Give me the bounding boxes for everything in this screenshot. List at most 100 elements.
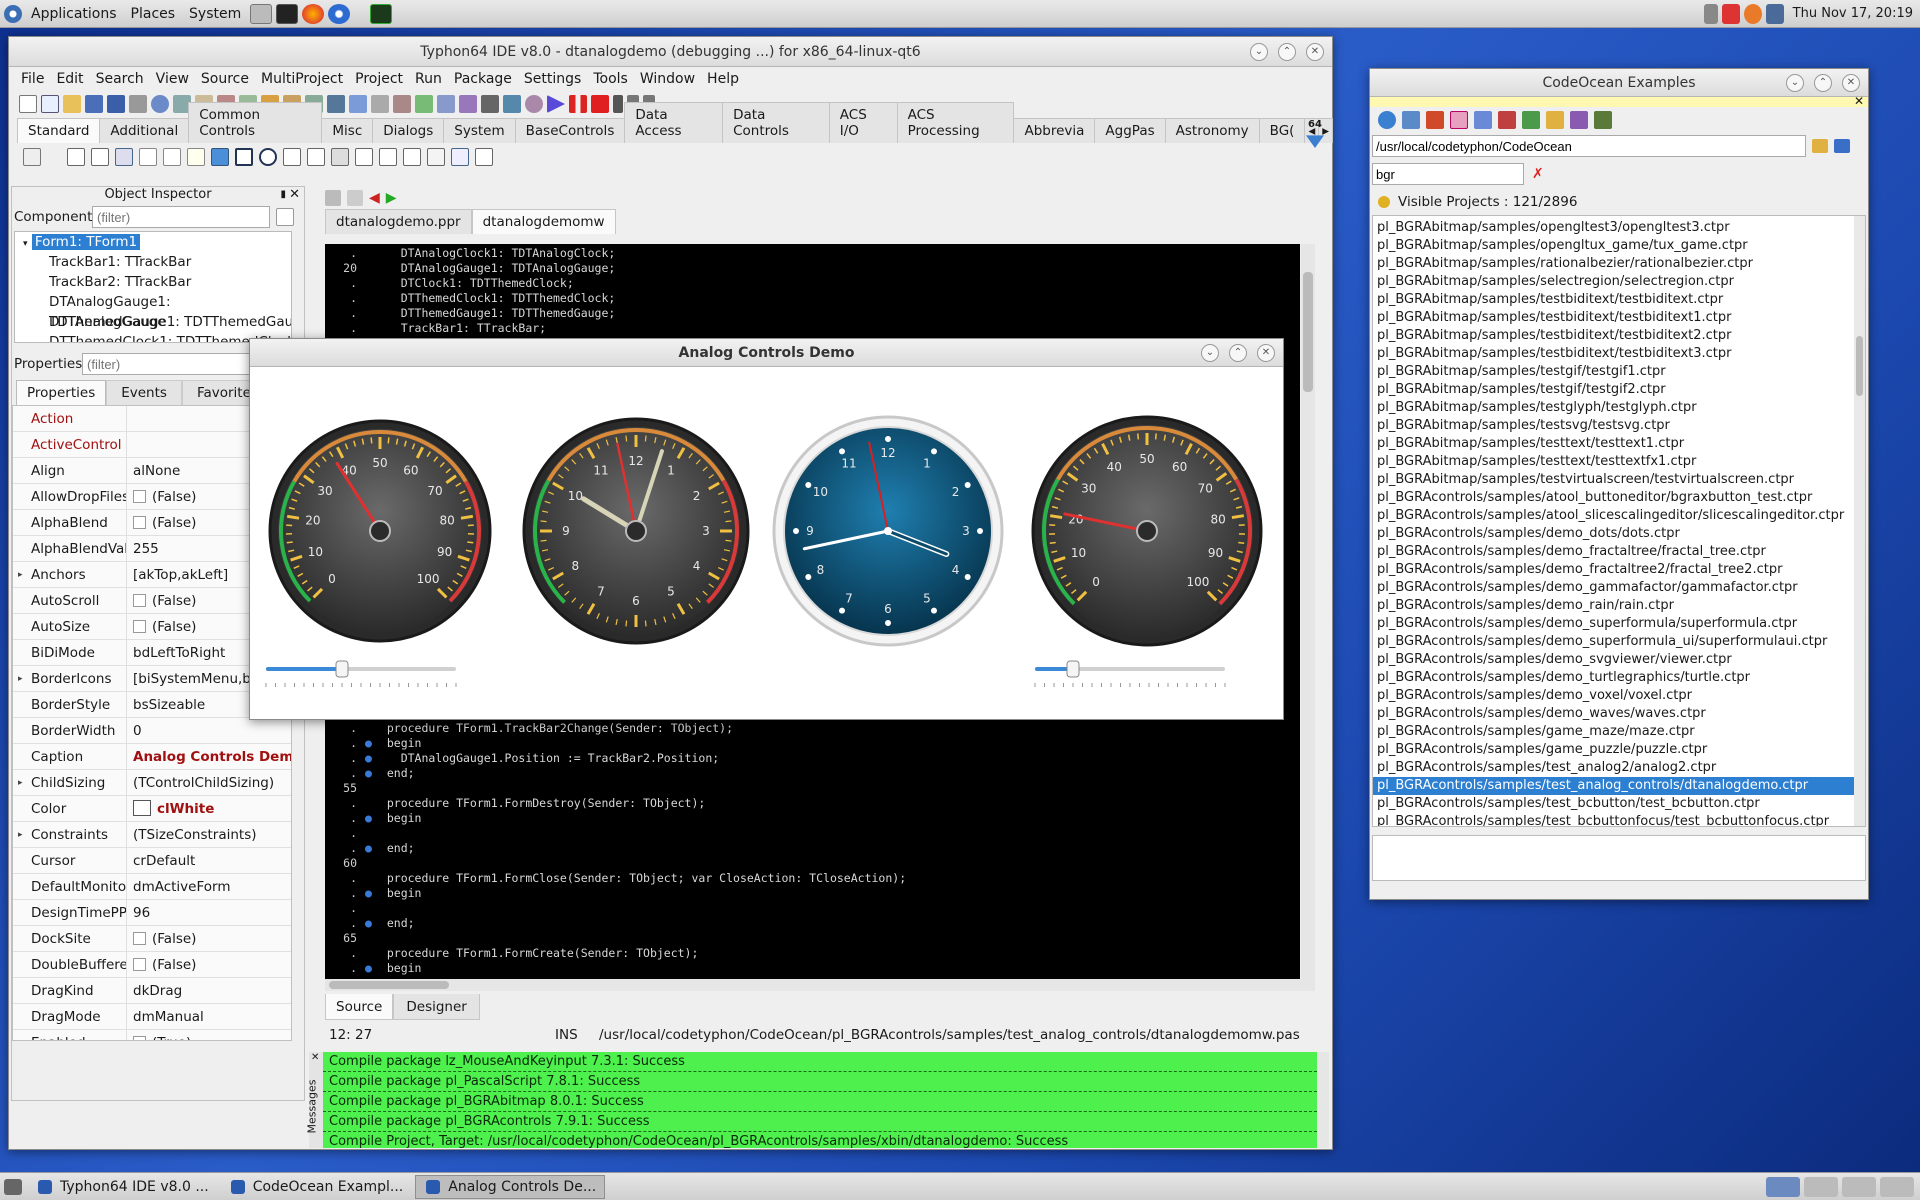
scrollbar-icon[interactable] bbox=[331, 148, 349, 166]
layout-icon[interactable] bbox=[437, 95, 455, 113]
code-line[interactable]: . ● begin bbox=[325, 811, 1300, 826]
tree-item-form1[interactable]: Form1: TForm1 bbox=[31, 234, 141, 250]
example-item[interactable]: pl_BGRAcontrols/samples/demo_superformul… bbox=[1373, 615, 1859, 633]
tab-events[interactable]: Events bbox=[106, 380, 182, 405]
code-line[interactable]: . procedure TForm1.FormClose(Sender: TOb… bbox=[325, 871, 1300, 886]
code-line[interactable]: 65 bbox=[325, 931, 1300, 946]
property-row[interactable]: DockSite (False) bbox=[13, 926, 291, 952]
editor-hscroll-thumb[interactable] bbox=[329, 981, 449, 989]
example-item[interactable]: pl_BGRAcontrols/samples/atool_slicescali… bbox=[1373, 507, 1859, 525]
build-all-icon[interactable] bbox=[1426, 111, 1444, 129]
checkgroup-icon[interactable] bbox=[403, 148, 421, 166]
demo-titlebar[interactable]: Analog Controls Demo ⌄ ⌃ ✕ bbox=[250, 339, 1283, 367]
menu-system[interactable]: System bbox=[182, 0, 248, 28]
memo-icon[interactable] bbox=[187, 148, 205, 166]
example-item[interactable]: pl_BGRAbitmap/samples/opengltest3/opengl… bbox=[1373, 219, 1859, 237]
back-icon[interactable]: ◀ bbox=[369, 190, 380, 206]
menu-run[interactable]: Run bbox=[409, 71, 448, 87]
menu-project[interactable]: Project bbox=[349, 71, 409, 87]
code-line[interactable]: . ● begin bbox=[325, 736, 1300, 751]
example-item[interactable]: pl_BGRAcontrols/samples/game_puzzle/puzz… bbox=[1373, 741, 1859, 759]
radiobutton-icon[interactable] bbox=[259, 148, 277, 166]
example-item[interactable]: pl_BGRAcontrols/samples/demo_voxel/voxel… bbox=[1373, 687, 1859, 705]
menu-multiproject[interactable]: MultiProject bbox=[255, 71, 349, 87]
checkbox-icon[interactable] bbox=[133, 957, 146, 971]
menu-help[interactable]: Help bbox=[701, 71, 745, 87]
tab-standard[interactable]: Standard bbox=[17, 118, 101, 143]
components-filter[interactable] bbox=[92, 206, 270, 228]
step-into-icon[interactable] bbox=[613, 95, 623, 113]
property-row[interactable]: Enabled (True) bbox=[13, 1030, 291, 1040]
mainmenu-icon[interactable] bbox=[67, 148, 85, 166]
expand-icon[interactable]: ▸ bbox=[18, 822, 23, 847]
actionlist-icon[interactable] bbox=[475, 148, 493, 166]
code-line[interactable]: . TrackBar1: TTrackBar; bbox=[325, 321, 1300, 336]
edit-icon[interactable] bbox=[163, 148, 181, 166]
breakpoint-gutter[interactable]: ● bbox=[365, 811, 373, 826]
bookmark-icon[interactable] bbox=[1594, 111, 1612, 129]
tab-source[interactable]: Source bbox=[325, 994, 394, 1020]
tab-common-controls[interactable]: Common Controls bbox=[188, 102, 323, 143]
code-line[interactable]: . procedure TForm1.FormCreate(Sender: TO… bbox=[325, 946, 1300, 961]
example-item[interactable]: pl_BGRAbitmap/samples/testbiditext/testb… bbox=[1373, 345, 1859, 363]
clear-search-icon[interactable]: ✗ bbox=[1532, 166, 1544, 182]
properties-filter[interactable] bbox=[82, 353, 260, 375]
examples-scroll-thumb[interactable] bbox=[1856, 336, 1863, 396]
tab-data-controls[interactable]: Data Controls bbox=[722, 102, 830, 143]
menu-places[interactable]: Places bbox=[124, 0, 183, 28]
folder-icon[interactable] bbox=[1546, 111, 1564, 129]
copy-icon[interactable] bbox=[1474, 111, 1492, 129]
trackbar-2-thumb[interactable] bbox=[1066, 660, 1080, 678]
property-value[interactable]: crDefault bbox=[127, 853, 291, 869]
tab-basecontrols[interactable]: BaseControls bbox=[514, 118, 626, 143]
tab-dialogs[interactable]: Dialogs bbox=[372, 118, 445, 143]
example-item[interactable]: pl_BGRAcontrols/samples/demo_rain/rain.c… bbox=[1373, 597, 1859, 615]
tab-misc[interactable]: Misc bbox=[321, 118, 374, 143]
firefox-icon[interactable] bbox=[302, 3, 325, 24]
palette-down-icon[interactable] bbox=[1306, 135, 1324, 148]
examples-maximize-button[interactable]: ⌃ bbox=[1814, 74, 1832, 92]
monitor-icon[interactable] bbox=[503, 95, 521, 113]
file-manager-icon[interactable] bbox=[250, 3, 273, 24]
thunderbird-icon[interactable] bbox=[328, 3, 351, 24]
app-tray-icon[interactable] bbox=[1721, 3, 1740, 24]
example-item[interactable]: pl_BGRAcontrols/samples/test_bcbutton/te… bbox=[1373, 795, 1859, 813]
checkbox-icon[interactable] bbox=[235, 148, 253, 166]
menu-source[interactable]: Source bbox=[195, 71, 255, 87]
new-form-icon[interactable] bbox=[41, 95, 59, 113]
gear-icon[interactable] bbox=[525, 95, 543, 113]
save-all-icon[interactable] bbox=[107, 95, 125, 113]
messages-close-icon[interactable]: ✕ bbox=[311, 1052, 319, 1063]
checkbox-icon[interactable] bbox=[133, 489, 146, 503]
volume-icon[interactable] bbox=[1703, 3, 1718, 24]
tab-properties[interactable]: Properties bbox=[16, 380, 107, 405]
code-line[interactable]: . ● end; bbox=[325, 916, 1300, 931]
tab-designer[interactable]: Designer bbox=[393, 994, 480, 1020]
debug-info-icon[interactable] bbox=[459, 95, 477, 113]
show-desktop-icon[interactable] bbox=[4, 1178, 22, 1195]
terminal-icon[interactable] bbox=[276, 3, 299, 24]
property-value[interactable]: (True) bbox=[127, 1035, 291, 1040]
fedora-logo-icon[interactable] bbox=[4, 4, 22, 23]
palette-size-badge[interactable]: 64 bbox=[1304, 119, 1326, 130]
breakpoint-gutter[interactable]: ● bbox=[365, 886, 373, 901]
open-icon[interactable] bbox=[63, 95, 81, 113]
example-item[interactable]: pl_BGRAbitmap/samples/testbiditext/testb… bbox=[1373, 309, 1859, 327]
code-line[interactable]: 55 bbox=[325, 781, 1300, 796]
pause-icon[interactable] bbox=[569, 95, 587, 113]
menu-file[interactable]: File bbox=[15, 71, 50, 87]
tab-abbrevia[interactable]: Abbrevia bbox=[1013, 118, 1096, 143]
examples-list-scrollbar[interactable] bbox=[1854, 216, 1865, 826]
example-item[interactable]: pl_BGRAbitmap/samples/testtext/testtext1… bbox=[1373, 435, 1859, 453]
settings-icon[interactable] bbox=[1522, 111, 1540, 129]
tree-item[interactable]: TrackBar1: TTrackBar bbox=[15, 252, 291, 272]
save-icon[interactable] bbox=[85, 95, 103, 113]
examples-minimize-button[interactable]: ⌄ bbox=[1786, 74, 1804, 92]
oi-pin-icon[interactable]: ▮ bbox=[280, 187, 286, 203]
breakpoint-gutter[interactable]: ● bbox=[365, 751, 373, 766]
example-item[interactable]: pl_BGRAbitmap/samples/opengltux_game/tux… bbox=[1373, 237, 1859, 255]
property-row[interactable]: Color clWhite bbox=[13, 796, 291, 822]
message-line[interactable]: Compile package pl_BGRAcontrols 7.9.1: S… bbox=[323, 1112, 1317, 1132]
property-row[interactable]: DoubleBuffere (False) bbox=[13, 952, 291, 978]
cut-icon[interactable] bbox=[481, 95, 499, 113]
